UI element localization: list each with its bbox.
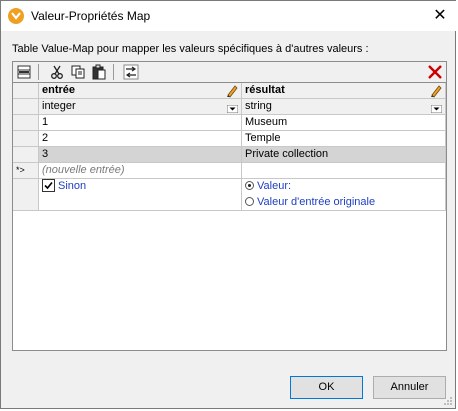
table-cell-input[interactable]: 1 bbox=[39, 115, 242, 131]
paste-icon[interactable] bbox=[89, 63, 109, 81]
chevron-down-icon[interactable] bbox=[226, 103, 239, 114]
value-radio[interactable] bbox=[245, 180, 254, 190]
new-row-output[interactable] bbox=[242, 163, 446, 179]
toolbar-separator bbox=[113, 64, 114, 80]
toolbar-separator bbox=[38, 64, 39, 80]
app-logo-icon bbox=[8, 8, 24, 24]
swap-columns-icon[interactable] bbox=[121, 63, 141, 81]
table-cell-input[interactable]: 2 bbox=[39, 131, 242, 147]
table-cell-input[interactable]: 3 bbox=[39, 147, 242, 163]
otherwise-checkbox[interactable] bbox=[42, 179, 55, 192]
edit-pencil-icon[interactable] bbox=[225, 84, 239, 98]
window-title: Valeur-Propriétés Map bbox=[31, 9, 151, 23]
row-gutter bbox=[13, 115, 39, 131]
otherwise-option-original[interactable]: Valeur d'entrée originale bbox=[242, 195, 446, 211]
original-value-radio-label: Valeur d'entrée originale bbox=[257, 196, 376, 208]
insert-row-icon[interactable] bbox=[14, 63, 34, 81]
otherwise-label: Sinon bbox=[58, 180, 87, 192]
row-gutter bbox=[13, 147, 39, 163]
toolbar bbox=[12, 61, 447, 83]
input-type-value: integer bbox=[42, 100, 76, 112]
input-type-select[interactable]: integer bbox=[39, 99, 242, 115]
row-gutter bbox=[13, 179, 39, 211]
row-gutter bbox=[13, 99, 39, 115]
dialog-window: Valeur-Propriétés Map ✕ Table Value-Map … bbox=[0, 0, 457, 409]
cut-icon[interactable] bbox=[47, 63, 67, 81]
delete-x-icon[interactable] bbox=[425, 63, 445, 81]
resize-grip-icon[interactable] bbox=[443, 396, 453, 406]
value-map-table: entrée résultat integer string 1 Museum … bbox=[12, 83, 447, 351]
row-gutter bbox=[13, 83, 39, 99]
original-value-radio[interactable] bbox=[245, 196, 254, 206]
otherwise-cell: Sinon bbox=[39, 179, 242, 211]
table-cell-output[interactable]: Private collection bbox=[242, 147, 446, 163]
table-cell-output[interactable]: Temple bbox=[242, 131, 446, 147]
new-row-input[interactable]: (nouvelle entrée) bbox=[39, 163, 242, 179]
ok-button[interactable]: OK bbox=[290, 376, 363, 399]
copy-icon[interactable] bbox=[68, 63, 88, 81]
cancel-button[interactable]: Annuler bbox=[373, 376, 446, 399]
value-radio-label: Valeur: bbox=[257, 180, 292, 192]
column-header-output-label: résultat bbox=[245, 84, 285, 96]
table-cell-output[interactable]: Museum bbox=[242, 115, 446, 131]
chevron-down-icon[interactable] bbox=[430, 103, 443, 114]
column-header-output: résultat bbox=[242, 83, 446, 99]
column-header-input-label: entrée bbox=[42, 84, 76, 96]
title-bar: Valeur-Propriétés Map ✕ bbox=[1, 1, 457, 31]
output-type-select[interactable]: string bbox=[242, 99, 446, 115]
close-icon[interactable]: ✕ bbox=[429, 5, 451, 27]
new-row-marker: *> bbox=[13, 163, 39, 179]
description-label: Table Value-Map pour mapper les valeurs … bbox=[12, 43, 369, 55]
otherwise-option-value[interactable]: Valeur: bbox=[242, 179, 446, 195]
output-type-value: string bbox=[245, 100, 272, 112]
row-gutter bbox=[13, 131, 39, 147]
edit-pencil-icon[interactable] bbox=[429, 84, 443, 98]
column-header-input: entrée bbox=[39, 83, 242, 99]
